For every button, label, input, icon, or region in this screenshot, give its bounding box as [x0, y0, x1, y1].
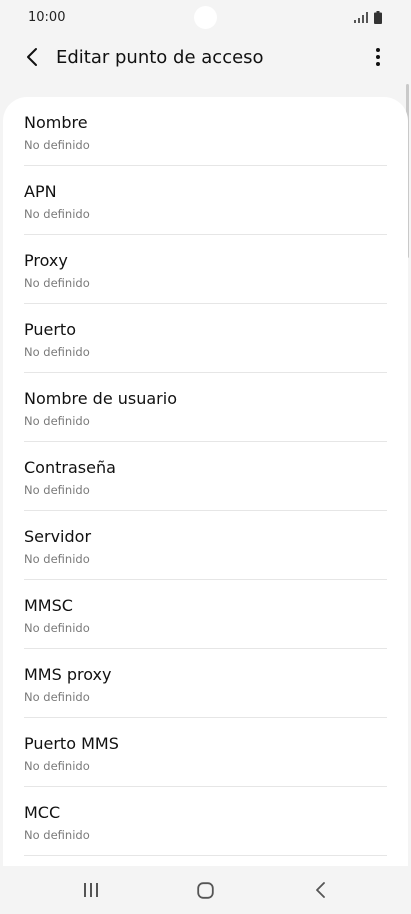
field-label: MCC — [24, 803, 61, 822]
page-title: Editar punto de acceso — [56, 47, 264, 68]
camera-cutout — [194, 6, 217, 29]
field-label: MMSC — [24, 596, 73, 615]
signal-icon — [354, 12, 368, 23]
field-row-puerto-mms[interactable]: Puerto MMS No definido — [24, 718, 387, 787]
field-label: Servidor — [24, 527, 92, 546]
field-value: No definido — [24, 828, 90, 842]
field-value: No definido — [24, 276, 90, 290]
battery-icon — [374, 11, 382, 24]
status-time: 10:00 — [28, 10, 66, 25]
field-row-servidor[interactable]: Servidor No definido — [24, 511, 387, 580]
field-value: No definido — [24, 483, 90, 497]
app-bar: Editar punto de acceso — [0, 36, 411, 80]
field-label: Puerto MMS — [24, 734, 119, 753]
field-value: No definido — [24, 207, 90, 221]
field-value: No definido — [24, 138, 90, 152]
field-value: No definido — [24, 621, 90, 635]
field-value: No definido — [24, 345, 90, 359]
back-icon[interactable] — [22, 46, 42, 68]
home-icon[interactable] — [197, 882, 214, 899]
field-label: Nombre de usuario — [24, 389, 177, 408]
field-label: Proxy — [24, 251, 68, 270]
field-value: No definido — [24, 552, 90, 566]
field-label: Nombre — [24, 113, 88, 132]
field-list: Nombre No definido APN No definido Proxy… — [3, 97, 408, 856]
field-row-proxy[interactable]: Proxy No definido — [24, 235, 387, 304]
field-label: APN — [24, 182, 57, 201]
field-row-nombre-de-usuario[interactable]: Nombre de usuario No definido — [24, 373, 387, 442]
recent-apps-icon[interactable] — [83, 882, 99, 898]
more-icon[interactable] — [372, 46, 384, 68]
field-row-mmsc[interactable]: MMSC No definido — [24, 580, 387, 649]
field-value: No definido — [24, 414, 90, 428]
field-value: No definido — [24, 690, 90, 704]
field-label: Puerto — [24, 320, 76, 339]
field-row-mcc[interactable]: MCC No definido — [24, 787, 387, 856]
settings-card: Nombre No definido APN No definido Proxy… — [3, 97, 408, 867]
field-label: Contraseña — [24, 458, 116, 477]
field-row-nombre[interactable]: Nombre No definido — [24, 97, 387, 166]
navigation-bar — [0, 866, 411, 914]
field-label: MMS proxy — [24, 665, 112, 684]
nav-back-icon[interactable] — [313, 881, 327, 899]
field-row-contrasena[interactable]: Contraseña No definido — [24, 442, 387, 511]
field-row-apn[interactable]: APN No definido — [24, 166, 387, 235]
field-row-puerto[interactable]: Puerto No definido — [24, 304, 387, 373]
status-bar: 10:00 — [0, 0, 411, 36]
field-value: No definido — [24, 759, 90, 773]
field-row-mms-proxy[interactable]: MMS proxy No definido — [24, 649, 387, 718]
